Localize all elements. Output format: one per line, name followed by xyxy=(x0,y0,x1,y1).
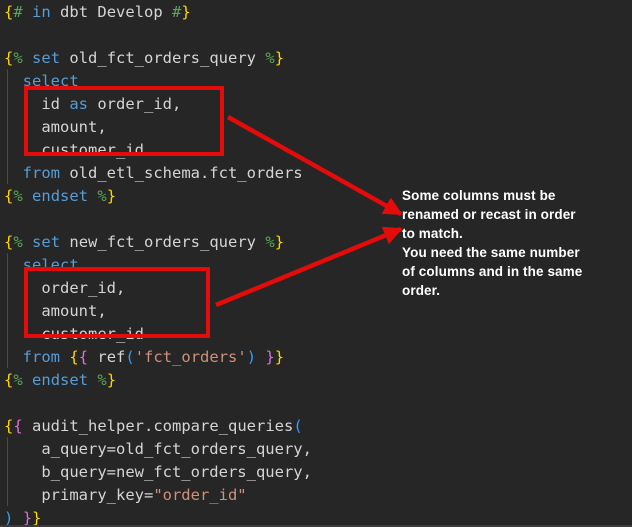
code-token-txt xyxy=(23,3,32,21)
code-token-kw: set xyxy=(32,233,60,251)
code-line xyxy=(4,208,312,231)
code-token-green: % xyxy=(13,49,22,67)
code-token-txt xyxy=(4,348,23,366)
code-token-txt: ref xyxy=(88,348,125,366)
code-line xyxy=(4,24,312,47)
code-token-txt: primary_key= xyxy=(4,486,153,504)
code-token-txt: dbt Develop xyxy=(51,3,172,21)
code-token-kw: endset xyxy=(32,187,88,205)
code-token-txt xyxy=(60,348,69,366)
code-token-gold: } xyxy=(181,3,190,21)
code-token-gold: { xyxy=(4,417,13,435)
code-token-green: % xyxy=(97,187,106,205)
code-editor[interactable]: {# in dbt Develop #} {% set old_fct_orde… xyxy=(4,1,312,527)
code-line: {{ audit_helper.compare_queries( xyxy=(4,415,312,438)
code-token-pink: { xyxy=(13,417,22,435)
code-token-txt xyxy=(88,371,97,389)
code-token-kw: set xyxy=(32,49,60,67)
code-token-kw: from xyxy=(23,164,60,182)
annotation-line: to match. xyxy=(402,224,582,243)
highlight-box-new-columns xyxy=(24,267,210,338)
annotation-line: Some columns must be xyxy=(402,186,582,205)
code-line xyxy=(4,392,312,415)
code-line: {% endset %} xyxy=(4,185,312,208)
code-line: {% endset %} xyxy=(4,369,312,392)
code-line: {% set old_fct_orders_query %} xyxy=(4,47,312,70)
code-token-txt: a_query=old_fct_orders_query, xyxy=(4,440,312,458)
code-token-gold: { xyxy=(4,49,13,67)
code-token-txt: old_etl_schema.fct_orders xyxy=(60,164,303,182)
code-token-blue: ) xyxy=(247,348,256,366)
code-token-kw: endset xyxy=(32,371,88,389)
code-token-gold: { xyxy=(4,187,13,205)
code-token-gold: { xyxy=(4,371,13,389)
code-token-gold: } xyxy=(107,371,116,389)
code-token-blue: ( xyxy=(293,417,302,435)
highlight-box-old-columns xyxy=(24,86,224,156)
code-line: a_query=old_fct_orders_query, xyxy=(4,438,312,461)
code-token-green: % xyxy=(13,233,22,251)
annotation-line: You need the same number xyxy=(402,243,582,262)
code-token-kw: in xyxy=(32,3,51,21)
code-token-str: "order_id" xyxy=(153,486,246,504)
code-token-txt xyxy=(23,49,32,67)
code-token-txt xyxy=(23,233,32,251)
code-token-gold: { xyxy=(69,348,78,366)
dbt-develop-code-screenshot: {# in dbt Develop #} {% set old_fct_orde… xyxy=(0,0,632,527)
code-token-gold: } xyxy=(275,233,284,251)
code-token-txt: b_query=new_fct_orders_query, xyxy=(4,463,312,481)
code-token-txt xyxy=(4,256,23,274)
annotation-line: renamed or recast in order xyxy=(402,205,582,224)
code-token-pink: } xyxy=(265,348,274,366)
code-token-gold: } xyxy=(275,348,284,366)
code-token-txt xyxy=(256,348,265,366)
code-token-green: % xyxy=(13,187,22,205)
code-token-txt xyxy=(23,187,32,205)
code-token-gold: { xyxy=(4,3,13,21)
code-token-txt xyxy=(4,72,23,90)
annotation-line: of columns and in the same xyxy=(402,262,582,281)
annotation-line: order. xyxy=(402,281,582,300)
code-token-txt xyxy=(88,187,97,205)
code-token-txt xyxy=(4,164,23,182)
code-line: ) }} xyxy=(4,507,312,527)
code-lines: {# in dbt Develop #} {% set old_fct_orde… xyxy=(4,1,312,527)
code-line: b_query=new_fct_orders_query, xyxy=(4,461,312,484)
code-line: primary_key="order_id" xyxy=(4,484,312,507)
code-token-txt: audit_helper.compare_queries xyxy=(23,417,294,435)
code-token-green: % xyxy=(265,233,274,251)
code-line: {% set new_fct_orders_query %} xyxy=(4,231,312,254)
code-token-blue: ( xyxy=(125,348,134,366)
code-token-green: # xyxy=(13,3,22,21)
code-line: from old_etl_schema.fct_orders xyxy=(4,162,312,185)
code-token-kw: from xyxy=(23,348,60,366)
code-token-green: % xyxy=(97,371,106,389)
code-token-txt: new_fct_orders_query xyxy=(60,233,265,251)
code-token-txt: old_fct_orders_query xyxy=(60,49,265,67)
code-token-str: 'fct_orders' xyxy=(135,348,247,366)
code-line: {# in dbt Develop #} xyxy=(4,1,312,24)
code-token-pink: { xyxy=(79,348,88,366)
code-token-gold: { xyxy=(4,233,13,251)
code-token-gold: } xyxy=(107,187,116,205)
code-token-green: % xyxy=(265,49,274,67)
code-line: from {{ ref('fct_orders') }} xyxy=(4,346,312,369)
code-token-txt xyxy=(23,371,32,389)
code-token-green: % xyxy=(13,371,22,389)
code-token-gold: } xyxy=(275,49,284,67)
annotation-note: Some columns must be renamed or recast i… xyxy=(402,186,582,300)
code-token-green: # xyxy=(172,3,181,21)
